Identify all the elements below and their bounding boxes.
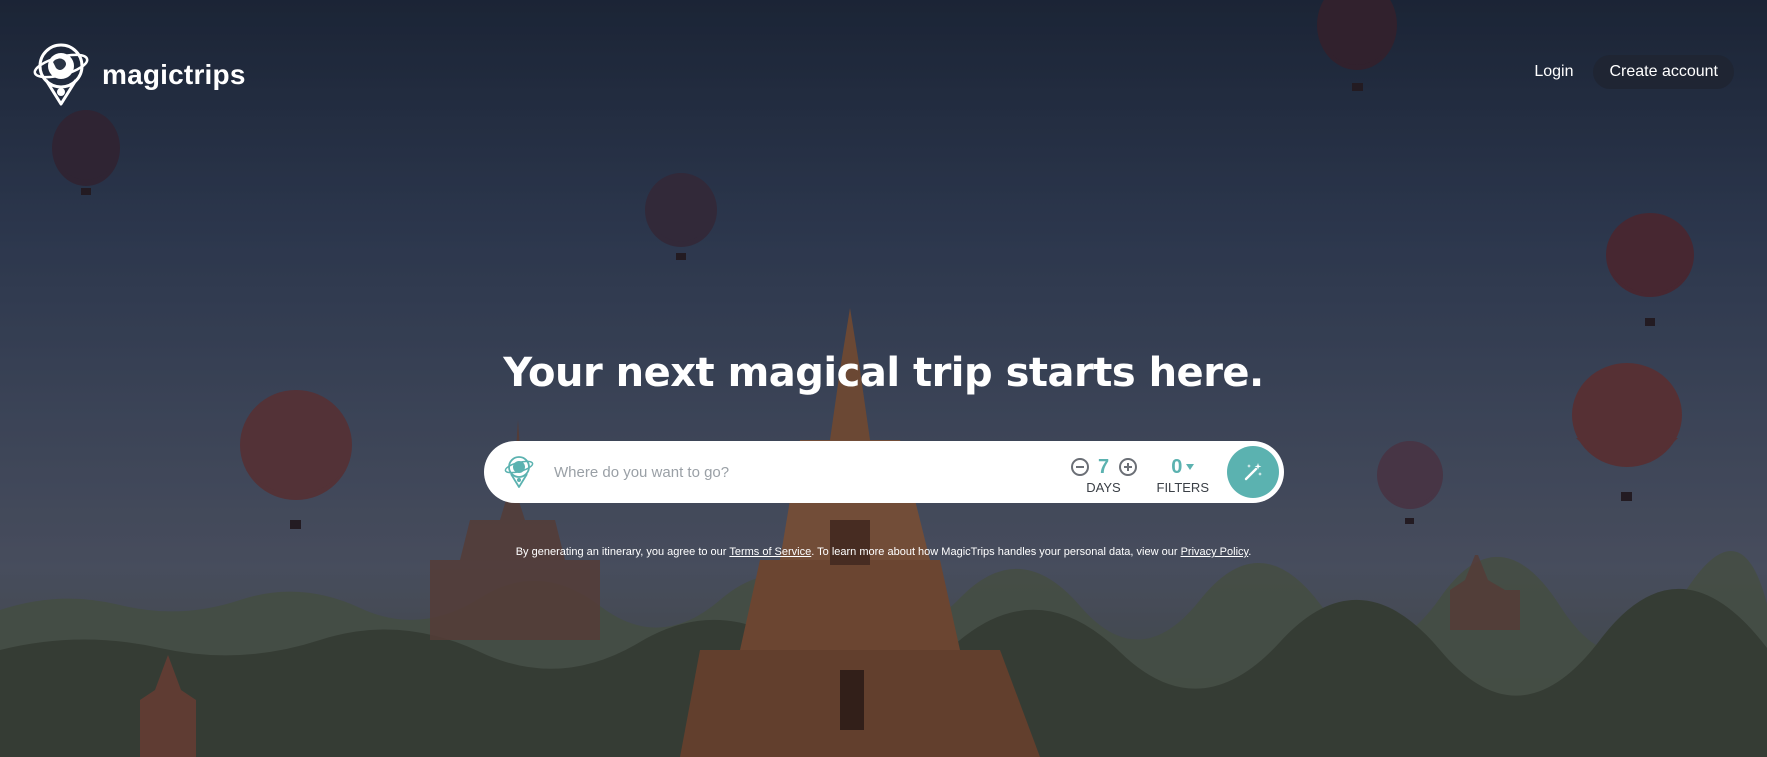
filters-label: FILTERS bbox=[1156, 479, 1210, 495]
days-label: DAYS bbox=[1086, 479, 1121, 495]
destination-search-input[interactable] bbox=[554, 441, 1071, 503]
globe-pin-icon bbox=[33, 43, 89, 106]
brand-logo[interactable]: magictrips bbox=[28, 42, 246, 108]
days-selector: 7 DAYS bbox=[1070, 455, 1137, 495]
globe-pin-icon bbox=[504, 456, 534, 488]
disclaimer-suffix: . bbox=[1248, 546, 1252, 558]
disclaimer-prefix: By generating an itinerary, you agree to… bbox=[515, 546, 730, 558]
hero-title: Your next magical trip starts here. bbox=[503, 350, 1264, 396]
privacy-policy-link[interactable]: Privacy Policy bbox=[1181, 546, 1249, 558]
brand-name: magictrips bbox=[102, 59, 246, 90]
filters-row: 0 bbox=[1171, 455, 1195, 479]
plus-circle-icon[interactable] bbox=[1118, 458, 1137, 476]
header-actions: Login Create account bbox=[1534, 55, 1734, 89]
days-value: 7 bbox=[1097, 455, 1110, 478]
login-link[interactable]: Login bbox=[1534, 63, 1573, 81]
magic-wand-icon bbox=[1244, 463, 1262, 481]
generate-itinerary-button[interactable] bbox=[1227, 446, 1279, 498]
disclaimer-middle: . To learn more about how MagicTrips han… bbox=[811, 546, 1181, 558]
minus-circle-icon[interactable] bbox=[1070, 458, 1089, 476]
filters-count: 0 bbox=[1171, 455, 1183, 478]
legal-disclaimer: By generating an itinerary, you agree to… bbox=[0, 546, 1767, 558]
create-account-button[interactable]: Create account bbox=[1593, 55, 1734, 89]
terms-of-service-link[interactable]: Terms of Service bbox=[729, 546, 811, 558]
filters-dropdown[interactable]: 0 FILTERS bbox=[1157, 456, 1210, 495]
days-row: 7 bbox=[1070, 455, 1137, 479]
caret-down-icon bbox=[1186, 464, 1195, 470]
search-bar: 7 DAYS 0 FILTERS bbox=[484, 441, 1284, 503]
